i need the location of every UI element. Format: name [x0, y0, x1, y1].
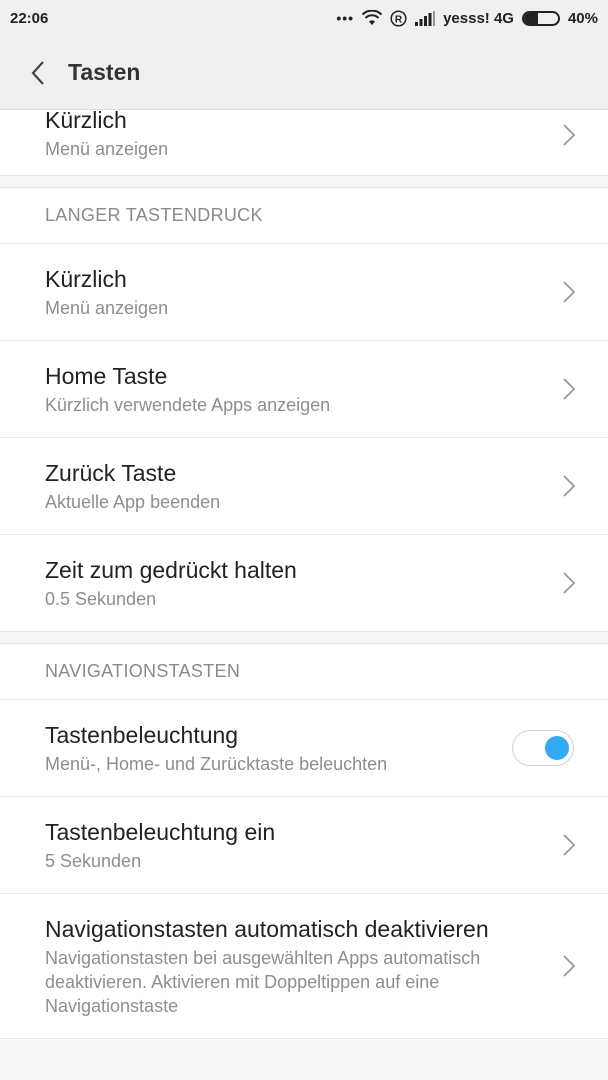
toggle-knob — [545, 736, 569, 760]
status-time: 22:06 — [10, 9, 49, 27]
section-navigation-keys: NAVIGATIONSTASTEN Tastenbeleuchtung Menü… — [0, 643, 608, 1039]
back-arrow-icon — [31, 60, 44, 85]
list-item[interactable]: Zeit zum gedrückt halten 0.5 Sekunden — [0, 535, 608, 631]
chevron-right-icon — [563, 834, 576, 856]
list-item[interactable]: Home Taste Kürzlich verwendete Apps anze… — [0, 341, 608, 438]
section-header: NAVIGATIONSTASTEN — [0, 644, 608, 700]
chevron-right-icon — [563, 281, 576, 303]
list-item[interactable]: Tastenbeleuchtung ein 5 Sekunden — [0, 797, 608, 894]
settings-screen: 22:06 ••• R yesss! 4G 40% Tasten Kürzlic… — [0, 0, 608, 1080]
list-item[interactable]: Zurück Taste Aktuelle App beenden — [0, 438, 608, 535]
registered-icon: R — [390, 9, 407, 27]
chevron-right-icon — [563, 955, 576, 977]
chevron-right-icon — [563, 124, 576, 146]
list-item[interactable]: Kürzlich Menü anzeigen — [0, 244, 608, 341]
battery-icon — [521, 10, 560, 26]
battery-percent: 40% — [567, 9, 598, 27]
back-button[interactable] — [14, 49, 62, 97]
key-backlight-toggle[interactable] — [512, 730, 574, 766]
list-item[interactable]: Tastenbeleuchtung Menü-, Home- und Zurüc… — [0, 700, 608, 797]
section-header: LANGER TASTENDRUCK — [0, 188, 608, 244]
wifi-icon — [362, 10, 383, 26]
settings-list: Kürzlich Menü anzeigen LANGER TASTENDRUC… — [0, 94, 608, 1039]
chevron-right-icon — [563, 378, 576, 400]
signal-icon — [415, 10, 436, 26]
svg-text:R: R — [395, 14, 403, 25]
list-item[interactable]: Navigationstasten automatisch deaktivier… — [0, 894, 608, 1038]
chevron-right-icon — [563, 572, 576, 594]
app-bar: Tasten — [0, 36, 608, 110]
carrier-label: yesss! 4G — [443, 9, 514, 27]
status-bar: 22:06 ••• R yesss! 4G 40% — [0, 0, 608, 36]
chevron-right-icon — [563, 475, 576, 497]
section-long-press: LANGER TASTENDRUCK Kürzlich Menü anzeige… — [0, 187, 608, 632]
page-title: Tasten — [68, 59, 141, 85]
more-dots-icon: ••• — [336, 10, 355, 26]
